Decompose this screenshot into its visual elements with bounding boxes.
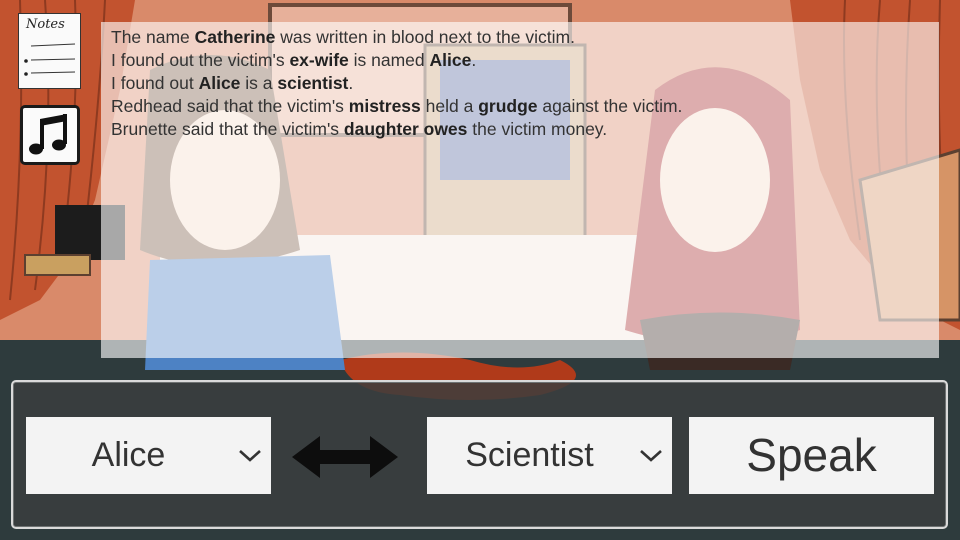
double-arrow-icon [292, 436, 398, 478]
attribute-dropdown-value: Scientist [465, 436, 594, 474]
chevron-down-icon [640, 450, 662, 462]
clue-keyword: mistress [348, 96, 421, 116]
clue-log-line: Redhead said that the victim's mistress … [111, 95, 939, 118]
clue-log-line: I found out Alice is a scientist. [111, 72, 939, 95]
clue-log-line: The name Catherine was written in blood … [111, 26, 939, 49]
subject-dropdown[interactable]: Alice [26, 417, 271, 494]
notes-button[interactable]: Notes [18, 13, 81, 89]
clue-log-line: I found out the victim's ex-wife is name… [111, 49, 939, 72]
subject-dropdown-value: Alice [91, 436, 166, 474]
chevron-down-icon [239, 450, 261, 462]
clue-log-list: The name Catherine was written in blood … [101, 22, 939, 141]
clue-text: the victim money. [467, 119, 608, 139]
attribute-dropdown[interactable]: Scientist [427, 417, 672, 494]
clue-keyword: Alice [429, 50, 472, 70]
clue-text: I found out the victim's [111, 50, 290, 70]
piano-bench [24, 254, 91, 276]
clue-keyword: daughter owes [343, 119, 468, 139]
clue-log-panel: The name Catherine was written in blood … [101, 22, 939, 358]
clue-text: Redhead said that the victim's [111, 96, 349, 116]
clue-text: against the victim. [537, 96, 683, 116]
clue-text: was written in blood next to the victim. [275, 27, 575, 47]
clue-text: I found out [111, 73, 199, 93]
notes-icon [24, 43, 76, 76]
clue-text: is named [348, 50, 430, 70]
clue-keyword: Alice [198, 73, 241, 93]
clue-text: is a [240, 73, 278, 93]
clue-text: held a [420, 96, 479, 116]
clue-text: . [471, 50, 477, 70]
clue-keyword: scientist [277, 73, 349, 93]
clue-keyword: grudge [478, 96, 538, 116]
music-note-icon [29, 114, 67, 155]
clue-log-line: Brunette said that the victim's daughter… [111, 118, 939, 141]
speak-button[interactable]: Speak [689, 417, 934, 494]
clue-keyword: ex-wife [289, 50, 349, 70]
clue-text: The name [111, 27, 195, 47]
clue-text: Brunette said that the victim's [111, 119, 344, 139]
music-toggle-button[interactable] [20, 105, 80, 165]
clue-keyword: Catherine [194, 27, 276, 47]
clue-text: . [348, 73, 354, 93]
